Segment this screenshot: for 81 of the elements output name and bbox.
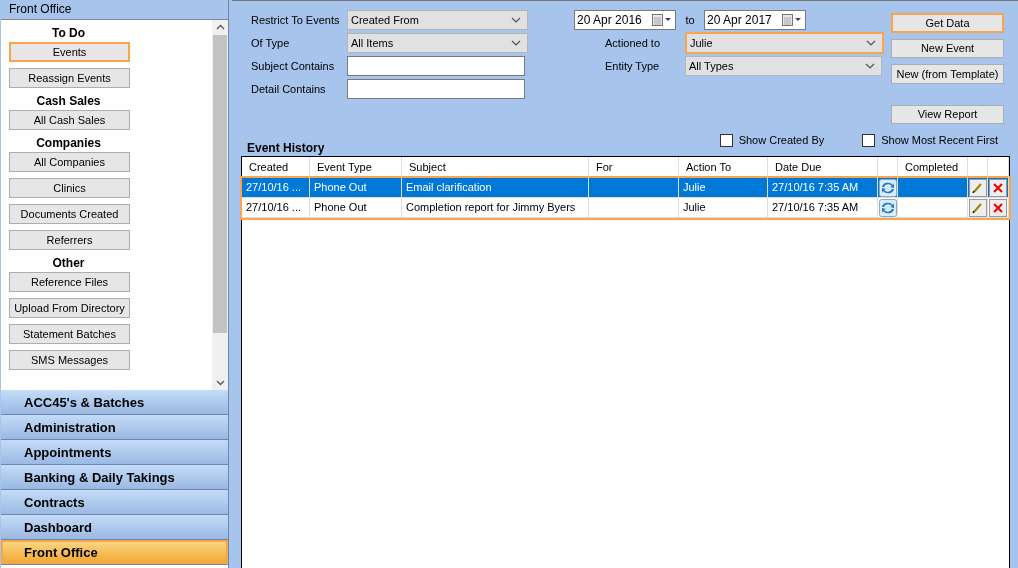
sidebar-button[interactable]: Events — [9, 42, 130, 62]
column-header[interactable]: For — [596, 161, 613, 173]
dropdown[interactable]: All Types — [685, 56, 882, 76]
sidebar-button[interactable]: Reference Files — [9, 272, 130, 292]
nav-bar-item[interactable]: Front Office — [1, 540, 228, 565]
sidebar-button[interactable]: Referrers — [9, 230, 130, 250]
nav-bar-item[interactable]: Dashboard — [1, 515, 228, 540]
field-label: Actioned to — [605, 37, 662, 49]
table-cell: Julie — [683, 181, 706, 193]
chevron-down-icon[interactable] — [866, 40, 876, 46]
table-cell: 27/10/16 ... — [246, 201, 302, 213]
action-button[interactable]: View Report — [891, 104, 1004, 124]
action-button[interactable]: New Event — [891, 38, 1004, 59]
column-header[interactable]: Created — [249, 161, 289, 173]
sidebar-button[interactable]: Statement Batches — [9, 324, 130, 344]
nav-bar-item[interactable]: Administration — [1, 415, 228, 440]
text-field[interactable] — [347, 56, 525, 76]
column-header[interactable]: Completed — [905, 161, 959, 173]
table-cell: Julie — [683, 201, 706, 213]
table-row[interactable]: 27/10/16 ... Phone Out Completion report for Jimmy Byers Julie 27/10/16 7:35 AM — [242, 198, 1009, 218]
table-cell: 27/10/16 7:35 AM — [772, 181, 859, 193]
sidebar-button[interactable]: All Cash Sales — [9, 110, 130, 130]
field-label: Of Type — [251, 37, 291, 49]
table-cell: Completion report for Jimmy Byers — [406, 201, 576, 213]
section-heading: Companies — [35, 136, 102, 150]
pencil-icon[interactable] — [969, 198, 987, 217]
sidebar-button[interactable]: Clinics — [9, 178, 130, 198]
checkbox-label: Show Created By — [738, 134, 825, 146]
chevron-down-icon[interactable] — [511, 40, 521, 46]
section-heading: Other — [51, 256, 86, 270]
checkbox[interactable] — [719, 134, 733, 147]
pencil-icon[interactable] — [969, 178, 987, 197]
table-cell: Phone Out — [314, 181, 367, 193]
table-cell: 27/10/16 ... — [246, 181, 302, 193]
scroll-up-icon[interactable] — [215, 24, 225, 30]
column-header[interactable]: Date Due — [775, 161, 822, 173]
table-cell: 27/10/16 7:35 AM — [772, 201, 859, 213]
section-heading: Cash Sales — [35, 94, 102, 108]
table-cell: Phone Out — [314, 201, 367, 213]
section-title: Event History — [247, 141, 325, 156]
field-label: Entity Type — [605, 60, 661, 72]
chevron-down-icon[interactable] — [865, 63, 875, 69]
column-header[interactable]: Subject — [409, 161, 446, 173]
nav-bar-item[interactable]: Appointments — [1, 440, 228, 465]
scrollbar[interactable] — [212, 20, 228, 390]
refresh-icon[interactable] — [879, 178, 897, 197]
date-picker[interactable]: 20 Apr 2017 — [704, 10, 806, 30]
checkbox-label: Show Most Recent First — [881, 134, 998, 146]
column-header[interactable]: Event Type — [317, 161, 372, 173]
calendar-icon[interactable] — [782, 14, 802, 26]
action-button[interactable]: New (from Template) — [891, 64, 1004, 84]
panel-title: Front Office — [1, 0, 228, 20]
dropdown[interactable]: Julie — [685, 32, 884, 54]
sidebar-button[interactable]: All Companies — [9, 152, 130, 172]
delete-icon[interactable] — [989, 198, 1007, 217]
action-button[interactable]: Get Data — [891, 13, 1004, 33]
nav-bar-item[interactable]: ACC45's & Batches — [1, 390, 228, 415]
text-field[interactable] — [347, 79, 525, 99]
to-label: to — [684, 14, 696, 26]
field-label: Restrict To Events — [251, 14, 341, 26]
dropdown[interactable]: All Items — [347, 33, 528, 53]
field-label: Detail Contains — [251, 83, 327, 95]
section-heading: To Do — [50, 26, 87, 40]
nav-bar-item[interactable]: Contracts — [1, 490, 228, 515]
date-picker[interactable]: 20 Apr 2016 — [574, 10, 676, 30]
table-cell: Email clarification — [406, 181, 492, 193]
checkbox[interactable] — [862, 134, 876, 147]
field-label: Subject Contains — [251, 60, 336, 72]
sidebar-button[interactable]: SMS Messages — [9, 350, 130, 370]
refresh-icon[interactable] — [879, 198, 897, 217]
delete-icon[interactable] — [989, 178, 1007, 197]
sidebar-button[interactable]: Reassign Events — [9, 68, 130, 88]
column-header[interactable]: Action To — [686, 161, 732, 173]
sidebar-button[interactable]: Documents Created — [9, 204, 130, 224]
dropdown[interactable]: Created From — [347, 10, 528, 30]
chevron-down-icon[interactable] — [511, 17, 521, 23]
table-row[interactable]: 27/10/16 ... Phone Out Email clarification Julie 27/10/16 7:35 AM — [242, 178, 1009, 198]
calendar-icon[interactable] — [652, 14, 672, 26]
scroll-down-icon[interactable] — [215, 380, 225, 386]
sidebar-button[interactable]: Upload From Directory — [9, 298, 130, 318]
nav-bar-item[interactable]: Banking & Daily Takings — [1, 465, 228, 490]
